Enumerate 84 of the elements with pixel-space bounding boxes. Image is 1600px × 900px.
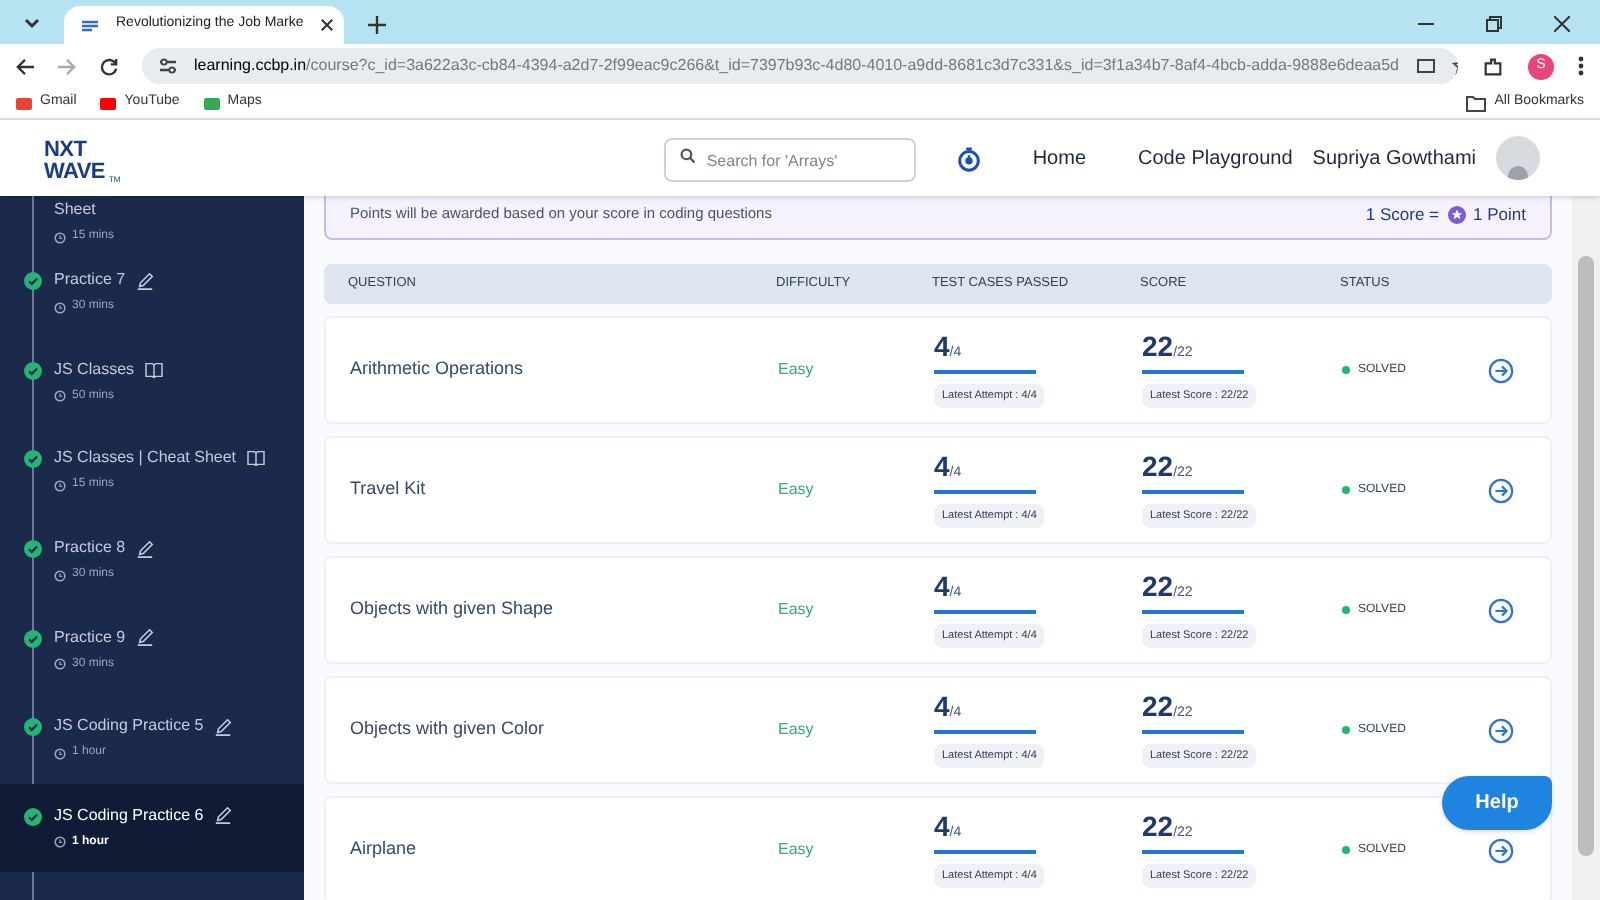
mail-icon — [16, 97, 32, 109]
avatar[interactable] — [1496, 136, 1540, 180]
item-title: Practice 9 — [54, 625, 126, 650]
check-circle-icon — [24, 450, 42, 469]
check-circle-icon — [24, 540, 42, 559]
nav-link[interactable]: Home — [1032, 143, 1087, 173]
check-circle-icon — [24, 361, 42, 380]
coin-icon — [1447, 205, 1466, 223]
item-title: JS Classes — [54, 357, 135, 382]
user-name[interactable]: Supriya Gowthami — [1312, 143, 1476, 173]
clock-icon — [54, 390, 66, 403]
item-title: Practice 8 — [54, 536, 126, 561]
check-circle-icon — [24, 807, 42, 826]
search-icon — [680, 147, 697, 164]
score-value: 22 — [1142, 332, 1174, 361]
question-title: Travel Kit — [350, 476, 428, 503]
search-field[interactable]: Search for 'Arrays' — [664, 138, 917, 183]
difficulty-label: Easy — [778, 838, 816, 862]
close-icon[interactable] — [319, 18, 334, 32]
address-bar[interactable]: learning.ccbp.in/course?c_id=3a622a3c-cb84-4394-a2d7-2f99eac9c266&t_id=7397b93c-4d80-4010-a9dd-8681c3d7c331&s_id=3f1a34b7-8af4-4bcb-adda-9888e6deaa5d — [142, 48, 1458, 84]
url-text: learning.ccbp.in/course?c_id=3a622a3c-cb84-4394-a2d7-2f99eac9c266&t_id=7397b93c-4d80-4010-a9dd-8681c3d7c331&s_id=3f1a34b7-8af4-4bcb-adda-9888e6deaa5d — [194, 54, 1399, 78]
more-menu-icon[interactable] — [1578, 56, 1584, 76]
check-circle-icon — [24, 272, 42, 291]
clock-icon — [54, 836, 66, 849]
difficulty-label: Easy — [778, 358, 816, 382]
reload-icon[interactable] — [100, 57, 118, 75]
difficulty-label: Easy — [778, 718, 816, 742]
clock-icon — [54, 658, 66, 671]
item-title: Sheet — [54, 198, 96, 222]
question-title: Objects with given Color — [350, 716, 547, 743]
pencil-icon — [213, 806, 232, 825]
arrow-circle-icon[interactable] — [1488, 357, 1514, 383]
score-value: 4 — [934, 812, 950, 841]
difficulty-label: Easy — [778, 598, 816, 622]
score-value: 4 — [934, 692, 950, 721]
arrow-circle-icon[interactable] — [1488, 597, 1514, 623]
extensions-icon[interactable] — [1482, 55, 1504, 77]
back-icon[interactable] — [16, 57, 34, 75]
pencil-icon — [135, 271, 154, 290]
score-value: 4 — [934, 572, 950, 601]
clock-icon — [54, 479, 66, 492]
video-icon — [100, 97, 117, 109]
score-value: 22 — [1142, 812, 1174, 841]
question-title: Airplane — [350, 836, 419, 863]
folder-icon — [1466, 95, 1487, 111]
score-value: 22 — [1142, 572, 1174, 601]
new-tab-icon[interactable] — [368, 16, 386, 34]
restore-icon[interactable] — [1486, 16, 1502, 32]
install-icon[interactable] — [1415, 56, 1435, 76]
arrow-circle-icon[interactable] — [1488, 477, 1514, 503]
question-title: Objects with given Shape — [350, 596, 556, 623]
item-title: Practice 7 — [54, 268, 126, 293]
book-icon — [144, 361, 165, 378]
arrow-circle-icon[interactable] — [1488, 837, 1514, 863]
check-circle-icon — [24, 718, 42, 737]
score-label: 1 Score = — [1365, 201, 1440, 227]
clock-icon — [54, 569, 66, 582]
pencil-icon — [135, 539, 154, 558]
score-value: 4 — [934, 452, 950, 481]
scrollbar[interactable] — [1572, 196, 1600, 900]
clock-icon — [54, 747, 66, 760]
stopwatch-icon[interactable] — [956, 145, 983, 171]
help-button[interactable]: Help — [1442, 776, 1552, 830]
difficulty-label: Easy — [778, 478, 816, 502]
site-settings-icon[interactable] — [158, 56, 178, 76]
check-circle-icon — [24, 629, 42, 648]
book-icon — [246, 450, 267, 467]
score-value: 22 — [1142, 452, 1174, 481]
nav-link[interactable]: Code Playground — [1138, 143, 1293, 173]
pencil-icon — [135, 628, 154, 647]
point-label: 1 Point — [1473, 201, 1526, 227]
clock-icon — [54, 231, 66, 243]
score-value: 4 — [934, 332, 950, 361]
question-title: Arithmetic Operations — [350, 356, 526, 383]
score-value: 22 — [1142, 692, 1174, 721]
item-title: JS Coding Practice 5 — [54, 714, 204, 739]
arrow-circle-icon[interactable] — [1488, 717, 1514, 743]
pencil-icon — [213, 717, 232, 736]
page-icon — [80, 15, 100, 35]
close-icon[interactable] — [1554, 16, 1570, 32]
map-icon — [203, 97, 220, 109]
clock-icon — [54, 301, 66, 314]
item-title: JS Classes | Cheat Sheet — [54, 446, 237, 471]
item-title: JS Coding Practice 6 — [54, 803, 204, 828]
